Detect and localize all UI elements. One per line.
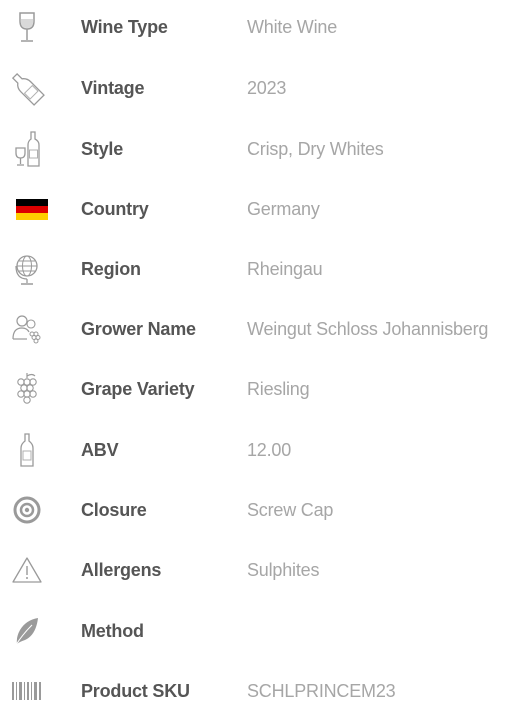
spec-label: ABV	[81, 439, 119, 460]
spec-row-wine-type: Wine Type White Wine	[0, 0, 511, 57]
spec-value: White Wine	[247, 16, 338, 37]
barcode-icon	[10, 674, 44, 708]
spec-value: Crisp, Dry Whites	[247, 138, 384, 159]
spec-value: Rheingau	[247, 258, 323, 279]
warning-icon	[10, 553, 44, 587]
spec-value: 12.00	[247, 439, 292, 460]
spec-value: Riesling	[247, 378, 310, 399]
closure-target-icon	[10, 493, 44, 527]
germany-flag-icon	[15, 192, 49, 226]
spec-row-grower-name: Grower Name Weingut Schloss Johannisberg	[0, 299, 511, 359]
spec-label: Closure	[81, 499, 147, 520]
spec-row-country: Country Germany	[0, 179, 511, 239]
spec-row-allergens: Allergens Sulphites	[0, 540, 511, 600]
spec-label: Country	[81, 198, 149, 219]
globe-icon	[10, 252, 44, 286]
spec-row-abv: ABV 12.00	[0, 420, 511, 480]
spec-row-closure: Closure Screw Cap	[0, 480, 511, 540]
spec-row-style: Style Crisp, Dry Whites	[0, 119, 511, 179]
spec-label: Product SKU	[81, 680, 190, 701]
spec-row-region: Region Rheingau	[0, 239, 511, 299]
wine-specs-list: Wine Type White Wine Vintage 2023 Style …	[0, 0, 511, 702]
spec-value: Sulphites	[247, 559, 320, 580]
spec-value: 2023	[247, 77, 287, 98]
spec-row-vintage: Vintage 2023	[0, 58, 511, 118]
bottle-icon	[10, 433, 44, 467]
spec-value: Germany	[247, 198, 320, 219]
wine-glass-icon	[10, 10, 44, 44]
spec-label: Region	[81, 258, 141, 279]
spec-row-method: Method	[0, 601, 511, 661]
spec-label: Vintage	[81, 77, 145, 98]
spec-row-grape-variety: Grape Variety Riesling	[0, 359, 511, 419]
spec-label: Method	[81, 620, 144, 641]
spec-value: Weingut Schloss Johannisberg	[247, 318, 489, 339]
spec-label: Grower Name	[81, 318, 196, 339]
bottle-and-glass-icon	[10, 131, 44, 167]
spec-label: Grape Variety	[81, 378, 195, 399]
spec-label: Allergens	[81, 559, 162, 580]
wine-bottle-icon	[6, 71, 48, 106]
grower-icon	[10, 312, 44, 346]
spec-label: Wine Type	[81, 16, 168, 37]
leaf-icon	[10, 614, 44, 648]
spec-label: Style	[81, 138, 124, 159]
spec-row-product-sku: Product SKU SCHLPRINCEM23	[0, 661, 511, 721]
grapes-icon	[10, 372, 44, 406]
spec-value: SCHLPRINCEM23	[247, 680, 396, 701]
spec-value: Screw Cap	[247, 499, 334, 520]
